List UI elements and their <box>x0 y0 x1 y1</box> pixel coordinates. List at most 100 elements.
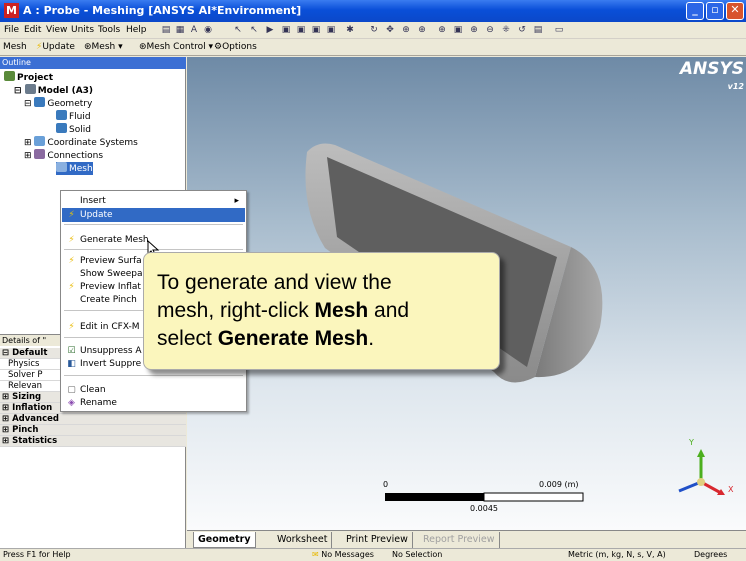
menu-units[interactable]: Units <box>71 24 94 37</box>
zoom-icon[interactable]: ⊕ <box>400 24 412 36</box>
tree-item-connections[interactable]: ⊞ Connections <box>24 149 103 162</box>
mesh-control-button[interactable]: ⊛Mesh Control ▾ <box>139 41 213 54</box>
tab-print-preview[interactable]: Print Preview <box>342 532 413 548</box>
collapse-icon[interactable]: ⊟ <box>14 86 25 96</box>
tree-item-project[interactable]: Project <box>4 71 53 84</box>
expand-icon[interactable]: ⊞ <box>2 392 12 402</box>
connections-icon <box>34 149 46 159</box>
close-button[interactable]: ✕ <box>726 2 744 20</box>
geometry-icon <box>34 97 46 107</box>
mesh-icon: ⊛ <box>84 42 92 52</box>
status-angle-units[interactable]: Degrees <box>694 549 727 561</box>
scale-max: 0.009 (m) <box>539 480 579 489</box>
details-group-advanced[interactable]: ⊞ Advanced <box>0 414 186 425</box>
callout-line-1: To generate and view the <box>157 271 392 294</box>
y-axis-label: Y <box>689 438 694 447</box>
lightning-icon: ⚡ <box>68 256 75 266</box>
tree-item-solid[interactable]: Solid <box>56 123 91 136</box>
menu-help[interactable]: Help <box>126 24 147 37</box>
menu-bar: File Edit View Units Tools Help ▤ ▦ A ◉ … <box>0 22 746 39</box>
status-help: Press F1 for Help <box>3 550 71 559</box>
status-units[interactable]: Metric (m, kg, N, s, V, A) <box>568 549 666 561</box>
minimize-button[interactable]: _ <box>686 2 704 20</box>
menu-file[interactable]: File <box>4 24 19 37</box>
print-icon[interactable]: ▤ <box>532 24 544 36</box>
tree-item-model[interactable]: ⊟ Model (A3) <box>14 84 93 97</box>
select-mode-icon[interactable]: ↖ <box>248 24 260 36</box>
lightning-icon: ⚡ <box>68 282 75 292</box>
rotate-icon[interactable]: ↻ <box>368 24 380 36</box>
status-messages[interactable]: ✉ No Messages <box>312 549 374 561</box>
menu-separator <box>64 375 243 376</box>
menu-item-rename[interactable]: ◈ Rename <box>62 396 245 410</box>
viewport-layout-icon[interactable]: ▭ <box>553 24 565 36</box>
iso-view-icon[interactable]: ⁜ <box>500 24 512 36</box>
details-group-pinch[interactable]: ⊞ Pinch <box>0 425 186 436</box>
update-button[interactable]: ⚡Update <box>36 41 75 54</box>
tree-item-fluid[interactable]: Fluid <box>56 110 91 123</box>
previous-view-icon[interactable]: ⊕ <box>468 24 480 36</box>
select-point-icon[interactable]: ↖ <box>232 24 244 36</box>
invert-icon: ◧ <box>67 359 76 369</box>
body-icon[interactable]: ▣ <box>325 24 337 36</box>
scale-bar <box>385 492 584 502</box>
reset-icon[interactable]: ↺ <box>516 24 528 36</box>
tree-item-geometry[interactable]: ⊟ Geometry <box>24 97 92 110</box>
status-selection: No Selection <box>392 550 443 559</box>
label-icon[interactable]: A <box>188 24 200 36</box>
tab-worksheet[interactable]: Worksheet <box>273 532 333 548</box>
options-icon: ⚙ <box>214 42 223 52</box>
collapse-icon[interactable]: ⊟ <box>2 348 12 358</box>
collapse-icon[interactable]: ⊟ <box>24 99 34 109</box>
scale-mid: 0.0045 <box>470 504 498 513</box>
menu-item-update[interactable]: ⚡ Update <box>62 208 245 222</box>
body-icon <box>56 110 67 120</box>
expand-icon[interactable]: ⊞ <box>2 425 12 435</box>
app-icon: M <box>4 3 19 18</box>
tree-item-mesh[interactable]: Mesh <box>56 162 93 175</box>
magnify-icon[interactable]: ▣ <box>452 24 464 36</box>
callout-line-2: mesh, right-click Mesh and <box>157 299 410 322</box>
menu-tools[interactable]: Tools <box>98 24 120 37</box>
lightning-icon: ⚡ <box>68 322 75 332</box>
options-button[interactable]: ⚙Options <box>214 41 257 54</box>
maximize-button[interactable]: ▫ <box>706 2 724 20</box>
rename-icon: ◈ <box>68 398 75 408</box>
mesh-dropdown-button[interactable]: ⊛Mesh ▾ <box>84 41 123 54</box>
next-view-icon[interactable]: ⊖ <box>484 24 496 36</box>
expand-icon[interactable]: ⊞ <box>24 151 34 161</box>
lightning-icon: ⚡ <box>68 210 75 220</box>
mesh-icon <box>56 162 67 172</box>
expand-icon[interactable]: ⊞ <box>24 138 34 148</box>
display-icon[interactable]: ◉ <box>202 24 214 36</box>
face-icon[interactable]: ▣ <box>310 24 322 36</box>
menu-item-clean[interactable]: ▢ Clean <box>62 383 245 397</box>
tab-report-preview[interactable]: Report Preview <box>419 532 500 548</box>
expand-icon[interactable]: ⊞ <box>2 414 12 424</box>
scale-zero: 0 <box>383 480 389 489</box>
context-toolbar: Mesh ⚡Update ⊛Mesh ▾ ⊛Mesh Control ▾ ⚙Op… <box>0 39 746 56</box>
lightning-icon: ⚡ <box>68 235 75 245</box>
menu-edit[interactable]: Edit <box>24 24 41 37</box>
zoom-fit-icon[interactable]: ⊕ <box>436 24 448 36</box>
select-face-icon[interactable]: ▶ <box>264 24 276 36</box>
graph-icon[interactable]: ▦ <box>174 24 186 36</box>
model-icon <box>24 84 36 94</box>
expand-icon[interactable]: ⊞ <box>2 436 12 446</box>
new-section-icon[interactable]: ▤ <box>160 24 172 36</box>
menu-item-insert[interactable]: Insert ▸ <box>62 194 245 208</box>
x-axis-label: X <box>728 485 734 494</box>
tab-geometry[interactable]: Geometry <box>193 532 256 548</box>
unsuppress-icon: ☑ <box>67 346 76 356</box>
instruction-callout: To generate and view the mesh, right-cli… <box>143 252 500 370</box>
extend-icon[interactable]: ✱ <box>344 24 356 36</box>
clean-icon: ▢ <box>67 385 76 395</box>
vertex-icon[interactable]: ▣ <box>280 24 292 36</box>
tree-item-coordinate-systems[interactable]: ⊞ Coordinate Systems <box>24 136 138 149</box>
pan-icon[interactable]: ✥ <box>384 24 396 36</box>
expand-icon[interactable]: ⊞ <box>2 403 12 413</box>
menu-view[interactable]: View <box>46 24 67 37</box>
zoom-box-icon[interactable]: ⊕ <box>416 24 428 36</box>
edge-icon[interactable]: ▣ <box>295 24 307 36</box>
details-group-statistics[interactable]: ⊞ Statistics <box>0 436 186 447</box>
